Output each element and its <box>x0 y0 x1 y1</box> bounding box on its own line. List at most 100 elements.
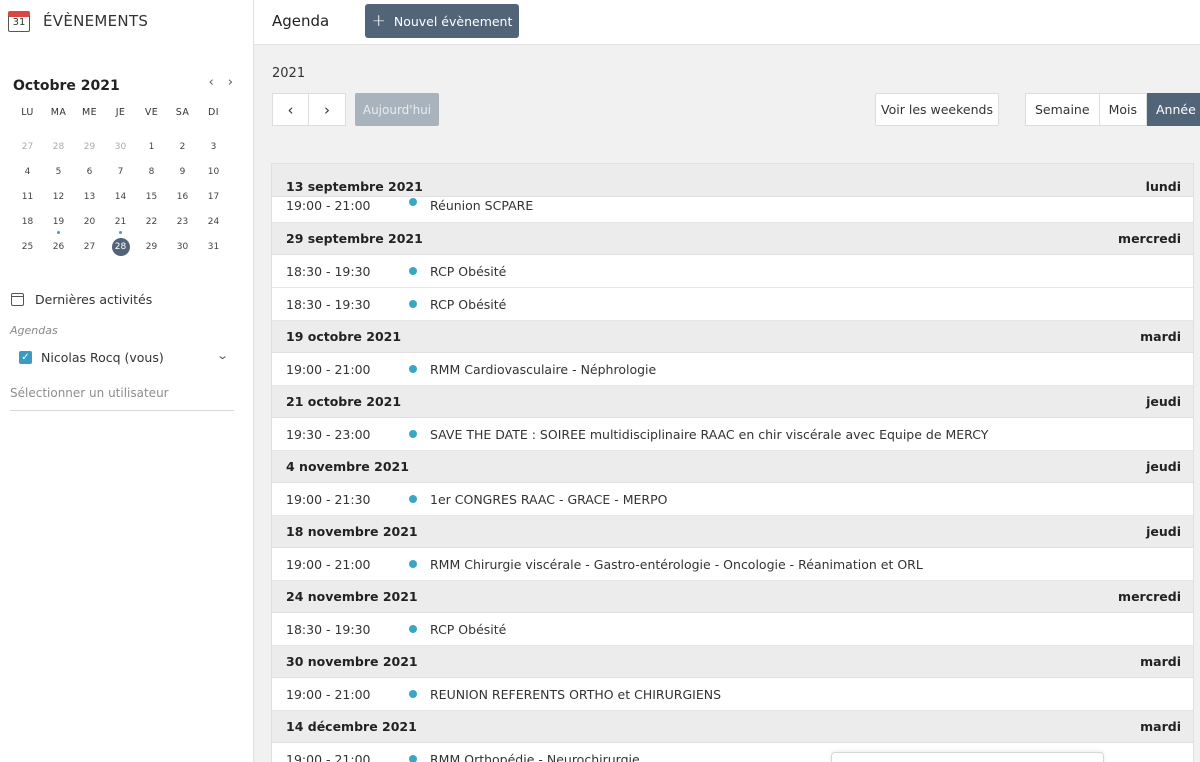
event-time: 18:30 - 19:30 <box>286 263 371 279</box>
day-date: 4 novembre 2021 <box>286 459 409 474</box>
mini-calendar-day[interactable]: 28 <box>43 138 74 156</box>
day-weekday: mercredi <box>1118 231 1181 246</box>
chevron-right-icon[interactable]: › <box>228 75 233 90</box>
mini-calendar-day[interactable]: 5 <box>43 163 74 181</box>
new-event-button[interactable]: + Nouvel évènement <box>365 4 519 38</box>
prev-period-button[interactable]: ‹ <box>272 93 309 126</box>
mini-calendar-day[interactable]: 26 <box>43 238 74 256</box>
day-header: 19 octobre 2021 mardi <box>272 321 1193 353</box>
event-title: RCP Obésité <box>430 263 507 279</box>
mini-calendar-day[interactable]: 25 <box>12 238 43 256</box>
mini-calendar-day[interactable]: 30 <box>167 238 198 256</box>
recent-activities-link[interactable]: Dernières activités <box>11 292 152 307</box>
mini-calendar-day[interactable]: 24 <box>198 213 229 231</box>
day-header: 4 novembre 2021 jeudi <box>272 451 1193 483</box>
mini-calendar-month: Octobre 2021 <box>13 78 120 94</box>
event-row[interactable]: 18:30 - 19:30 RCP Obésité <box>272 255 1193 288</box>
mini-calendar-day[interactable]: 27 <box>12 138 43 156</box>
event-row[interactable]: 19:30 - 23:00 SAVE THE DATE : SOIREE mult… <box>272 418 1193 451</box>
next-period-button[interactable]: › <box>309 93 346 126</box>
mini-calendar-day[interactable]: 13 <box>74 188 105 206</box>
mini-calendar-day[interactable]: 22 <box>136 213 167 231</box>
day-weekday: mercredi <box>1118 589 1181 604</box>
mini-calendar-day[interactable]: 16 <box>167 188 198 206</box>
day-header: 21 octobre 2021 jeudi <box>272 386 1193 418</box>
today-button[interactable]: Aujourd'hui <box>355 93 439 126</box>
recent-activities-label: Dernières activités <box>35 292 153 307</box>
mini-calendar-day[interactable]: 31 <box>198 238 229 256</box>
show-weekends-button[interactable]: Voir les weekends <box>875 93 999 126</box>
day-weekday: jeudi <box>1146 394 1181 409</box>
event-row[interactable]: 19:00 - 21:30 1er CONGRES RAAC - GRACE - … <box>272 483 1193 516</box>
mini-calendar-day[interactable]: 20 <box>74 213 105 231</box>
mini-calendar-day[interactable]: 18 <box>12 213 43 231</box>
weekday-header: DI <box>208 107 219 118</box>
mini-calendar-day[interactable]: 21 <box>105 213 136 234</box>
view-mois-button[interactable]: Mois <box>1099 93 1147 126</box>
topbar: Agenda + Nouvel évènement <box>254 0 1200 45</box>
event-list: 13 septembre 2021 lundi 19:00 - 21:00 Réuni… <box>271 163 1194 762</box>
chevron-down-icon[interactable]: ⌄ <box>216 349 229 362</box>
day-header: 24 novembre 2021 mercredi <box>272 581 1193 613</box>
view-année-button[interactable]: Année <box>1146 93 1200 126</box>
mini-calendar-day[interactable]: 19 <box>43 213 74 234</box>
mini-calendar-day[interactable]: 15 <box>136 188 167 206</box>
mini-calendar-day[interactable]: 14 <box>105 188 136 206</box>
event-row[interactable]: 19:00 - 21:00 RMM Cardiovasculaire - Néph… <box>272 353 1193 386</box>
event-row[interactable]: 18:30 - 19:30 RCP Obésité <box>272 288 1193 321</box>
day-date: 14 décembre 2021 <box>286 719 417 734</box>
event-title: RCP Obésité <box>430 296 507 312</box>
mini-calendar-day[interactable]: 9 <box>167 163 198 181</box>
weekday-header: SA <box>175 107 190 118</box>
calendar-icon: 31 <box>8 9 30 32</box>
event-time: 18:30 - 19:30 <box>286 296 371 312</box>
event-row[interactable]: 19:00 - 21:00 REUNION REFERENTS ORTHO et … <box>272 678 1193 711</box>
chevron-left-icon: ‹ <box>287 100 294 119</box>
mini-calendar-day[interactable]: 3 <box>198 138 229 156</box>
mini-calendar-day[interactable]: 2 <box>167 138 198 156</box>
event-time: 19:00 - 21:30 <box>286 491 371 507</box>
mini-calendar-grid: LU MA ME JE VE SA DI 27 28 29 30 1 2 3 4 5 6 7 8 9 10 11 12 13 1… <box>12 104 232 259</box>
mini-calendar-day[interactable]: 8 <box>136 163 167 181</box>
mini-calendar-day[interactable]: 29 <box>136 238 167 256</box>
mini-calendar-day[interactable]: 12 <box>43 188 74 206</box>
mini-calendar-day[interactable]: 28 <box>105 237 136 256</box>
event-time: 19:00 - 21:00 <box>286 556 371 572</box>
mini-calendar-day[interactable]: 6 <box>74 163 105 181</box>
day-weekday: lundi <box>1145 179 1181 194</box>
page-title: Agenda <box>272 12 330 30</box>
event-time: 19:00 - 21:00 <box>286 198 371 213</box>
event-title: RMM Cardiovasculaire - Néphrologie <box>430 361 657 377</box>
mini-calendar-day[interactable]: 30 <box>105 138 136 156</box>
event-time: 19:00 - 21:00 <box>286 751 371 762</box>
event-row[interactable]: 19:00 - 21:00 Réunion SCPARE <box>272 197 1193 223</box>
day-weekday: mardi <box>1140 719 1181 734</box>
event-title: RMM Chirurgie viscérale - Gastro-entérol… <box>430 556 923 572</box>
mini-calendar-day[interactable]: 17 <box>198 188 229 206</box>
event-row[interactable]: 18:30 - 19:30 RCP Obésité <box>272 613 1193 646</box>
day-weekday: mardi <box>1140 329 1181 344</box>
event-dot-icon <box>409 495 417 503</box>
checkbox-checked-icon[interactable]: ✓ <box>19 351 32 364</box>
current-year: 2021 <box>272 66 306 81</box>
weekday-header: MA <box>50 107 67 118</box>
mini-calendar-day[interactable]: 4 <box>12 163 43 181</box>
mini-calendar-day[interactable]: 10 <box>198 163 229 181</box>
event-row[interactable]: 19:00 - 21:00 RMM Chirurgie viscérale - G… <box>272 548 1193 581</box>
day-weekday: mardi <box>1140 654 1181 669</box>
event-dot-icon <box>409 267 417 275</box>
mini-calendar-day[interactable]: 27 <box>74 238 105 256</box>
agenda-user-row[interactable]: ✓ Nicolas Rocq (vous) ⌄ <box>19 349 229 365</box>
event-dot-icon <box>409 690 417 698</box>
event-title: RCP Obésité <box>430 621 507 637</box>
mini-calendar-day[interactable]: 29 <box>74 138 105 156</box>
select-user-input[interactable]: Sélectionner un utilisateur <box>10 386 234 411</box>
mini-calendar-day[interactable]: 23 <box>167 213 198 231</box>
mini-calendar-day[interactable]: 1 <box>136 138 167 156</box>
new-event-label: Nouvel évènement <box>393 13 513 29</box>
chevron-left-icon[interactable]: ‹ <box>209 75 214 90</box>
mini-calendar-day[interactable]: 11 <box>12 188 43 206</box>
mini-calendar-day[interactable]: 7 <box>105 163 136 181</box>
event-title: Réunion SCPARE <box>430 198 534 213</box>
view-semaine-button[interactable]: Semaine <box>1025 93 1100 126</box>
